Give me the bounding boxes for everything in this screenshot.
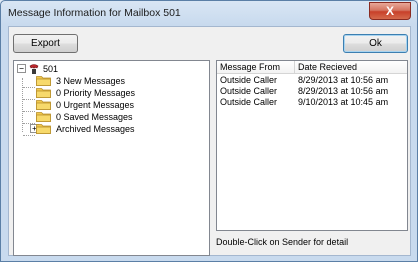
tree-item-label: 0 Urgent Messages <box>56 100 135 110</box>
message-from-cell: Outside Caller <box>220 75 278 85</box>
date-received-cell: 8/29/2013 at 10:56 am <box>298 86 389 96</box>
tree-item-label: 0 Saved Messages <box>56 112 133 122</box>
tree-root-501[interactable]: − 501 <box>14 63 204 75</box>
close-button[interactable]: X <box>369 2 411 20</box>
tree-item-new-messages[interactable]: 3 New Messages <box>36 75 206 87</box>
message-list[interactable]: Message From Date Recieved Outside Calle… <box>216 60 408 231</box>
tree-item-archived-messages[interactable]: + Archived Messages <box>14 123 204 135</box>
tree-item-priority-messages[interactable]: 0 Priority Messages <box>36 87 206 99</box>
tree-item-label: Archived Messages <box>56 124 135 134</box>
tree-connector-line <box>23 135 35 136</box>
column-header-date-received[interactable]: Date Recieved <box>295 61 407 74</box>
dialog-client-area: Export Ok − 501 3 New Messages 0 Priorit… <box>8 26 411 256</box>
tree-item-saved-messages[interactable]: 0 Saved Messages <box>36 111 206 123</box>
tree-connector-line <box>23 111 35 112</box>
date-received-cell: 9/10/2013 at 10:45 am <box>298 97 389 107</box>
folder-icon <box>36 75 51 86</box>
phone-icon <box>28 63 40 75</box>
tree-connector-line <box>23 99 35 100</box>
tree-root-label: 501 <box>43 64 59 74</box>
folder-icon <box>36 99 51 110</box>
tree-item-label: 3 New Messages <box>56 76 126 86</box>
table-row[interactable]: Outside Caller 8/29/2013 at 10:56 am <box>217 86 407 97</box>
message-from-cell: Outside Caller <box>220 86 278 96</box>
folder-icon <box>36 123 51 134</box>
window-title: Message Information for Mailbox 501 <box>8 7 181 19</box>
message-from-cell: Outside Caller <box>220 97 278 107</box>
message-info-window: Message Information for Mailbox 501 X Ex… <box>0 0 418 262</box>
date-received-cell: 8/29/2013 at 10:56 am <box>298 75 389 85</box>
table-row[interactable]: Outside Caller 8/29/2013 at 10:56 am <box>217 75 407 86</box>
collapse-icon[interactable]: − <box>17 64 26 73</box>
column-header-message-from[interactable]: Message From <box>217 61 295 74</box>
title-bar[interactable]: Message Information for Mailbox 501 X <box>1 1 417 25</box>
detail-hint-text: Double-Click on Sender for detail <box>216 237 349 247</box>
tree-connector-line <box>23 87 35 88</box>
ok-button[interactable]: Ok <box>343 34 408 53</box>
table-row[interactable]: Outside Caller 9/10/2013 at 10:45 am <box>217 97 407 108</box>
mailbox-tree[interactable]: − 501 3 New Messages 0 Priority Messages… <box>13 60 210 256</box>
folder-icon <box>36 111 51 122</box>
tree-item-urgent-messages[interactable]: 0 Urgent Messages <box>36 99 206 111</box>
tree-item-label: 0 Priority Messages <box>56 88 136 98</box>
export-button[interactable]: Export <box>13 34 78 53</box>
folder-icon <box>36 87 51 98</box>
